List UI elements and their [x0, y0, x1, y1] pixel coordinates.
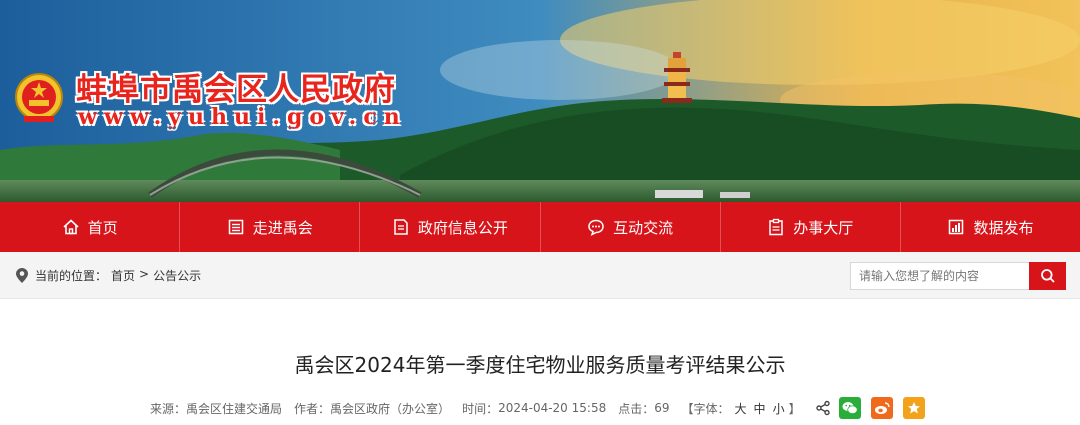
national-emblem-logo: [15, 73, 63, 122]
search-button[interactable]: [1029, 262, 1066, 290]
search-input[interactable]: [850, 262, 1030, 290]
time-value: 2024-04-20 15:58: [498, 401, 607, 415]
share-icon: [815, 400, 830, 416]
share-weibo-button[interactable]: [870, 397, 893, 419]
font-size-close: 】: [788, 401, 801, 416]
clipboard-icon: [769, 218, 784, 236]
nav-item-label: 办事大厅: [793, 218, 854, 237]
breadcrumb-bar: 当前的位置： 首页 > 公告公示: [0, 252, 1080, 299]
search-icon: [1040, 269, 1055, 283]
author-value: 禹会区政府（办公室）: [330, 401, 451, 416]
font-size-small-link[interactable]: 小: [773, 400, 785, 417]
share-wechat-button[interactable]: [838, 397, 861, 419]
weibo-icon: [874, 402, 890, 414]
document-icon: [394, 219, 408, 235]
main-nav: 首页 走进禹会 政府信息公开 互动交流 办事大厅 数据发布: [0, 202, 1080, 252]
article-title: 禹会区2024年第一季度住宅物业服务质量考评结果公示: [294, 353, 786, 377]
article-meta: 来源： 禹会区住建交通局 作者： 禹会区政府（办公室） 时间： 2024-04-…: [150, 397, 925, 419]
breadcrumb-current-link[interactable]: 公告公示: [153, 267, 201, 284]
breadcrumb: 当前的位置： 首页 > 公告公示: [35, 267, 201, 284]
breadcrumb-prefix: 当前的位置：: [35, 269, 108, 283]
nav-item-about[interactable]: 走进禹会: [180, 202, 361, 252]
bar-chart-icon: [949, 219, 964, 235]
article-header: 禹会区2024年第一季度住宅物业服务质量考评结果公示 来源： 禹会区住建交通局 …: [0, 299, 1080, 424]
wechat-icon: [842, 402, 858, 415]
breadcrumb-home-link[interactable]: 首页: [111, 267, 135, 284]
nav-item-label: 走进禹会: [252, 218, 313, 237]
source-label: 来源：: [150, 401, 187, 416]
nav-item-gov-info[interactable]: 政府信息公开: [360, 202, 541, 252]
site-title[interactable]: 蚌埠市禹会区人民政府: [76, 64, 396, 109]
breadcrumb-separator: >: [139, 267, 150, 281]
font-size-medium-link[interactable]: 中: [754, 400, 766, 417]
home-icon: [63, 219, 79, 235]
search-box: [850, 262, 1066, 290]
nav-item-data-release[interactable]: 数据发布: [901, 202, 1080, 252]
nav-item-service-hall[interactable]: 办事大厅: [721, 202, 901, 252]
nav-item-interaction[interactable]: 互动交流: [541, 202, 721, 252]
source-value: 禹会区住建交通局: [186, 401, 283, 416]
nav-item-label: 首页: [87, 218, 118, 237]
author-label: 作者：: [294, 401, 331, 416]
nav-item-label: 数据发布: [973, 218, 1034, 237]
header-banner: 蚌埠市禹会区人民政府 www.yuhui.gov.cn: [0, 0, 1080, 202]
site-url[interactable]: www.yuhui.gov.cn: [78, 104, 407, 130]
favorite-button[interactable]: [902, 397, 925, 419]
clicks-label: 点击：: [618, 401, 655, 416]
time-label: 时间：: [462, 401, 499, 416]
font-size-label: 【字体：: [681, 401, 730, 416]
list-icon: [228, 219, 243, 235]
location-pin-icon: [16, 268, 28, 283]
chat-icon: [588, 219, 604, 236]
clicks-value: 69: [654, 401, 670, 415]
font-size-large-link[interactable]: 大: [735, 400, 747, 417]
nav-item-label: 互动交流: [613, 218, 674, 237]
favorite-star-icon: [907, 402, 920, 414]
nav-item-label: 政府信息公开: [417, 218, 508, 237]
nav-item-home[interactable]: 首页: [0, 202, 181, 252]
